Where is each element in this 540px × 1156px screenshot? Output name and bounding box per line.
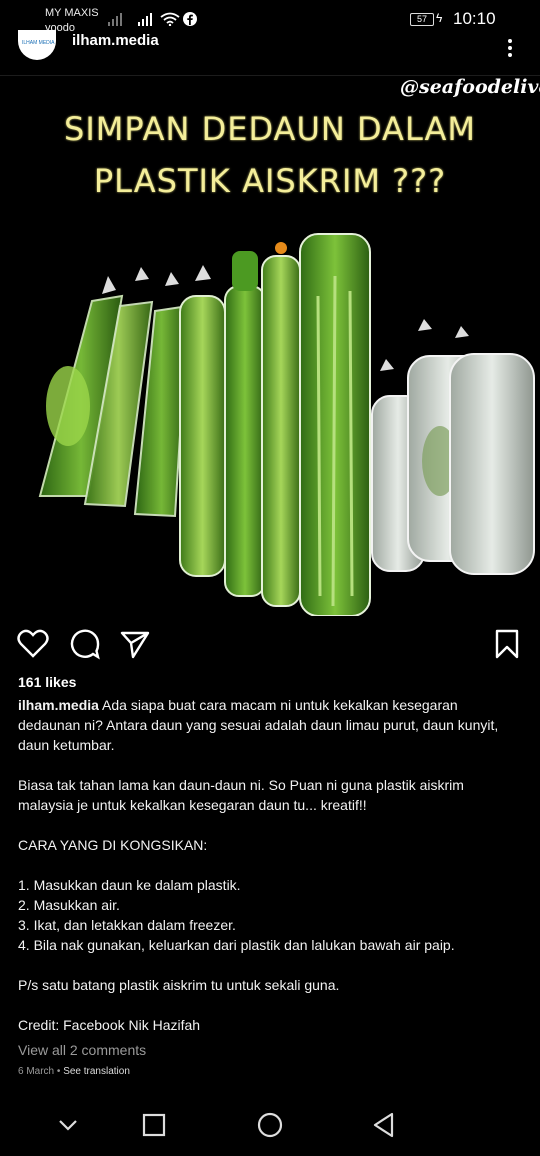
comment-icon[interactable] [69,628,101,660]
post-date: 6 March [18,1066,55,1077]
bookmark-icon[interactable] [491,628,523,660]
step-item: 2. Masukkan air. [18,897,120,913]
carrier-name: MY MAXIS [45,7,99,19]
post-caption: ilham.media Ada siapa buat cara macam ni… [18,695,523,1035]
wifi-icon [160,12,180,26]
system-nav-bar [0,1095,540,1156]
heart-icon[interactable] [17,628,49,660]
facebook-icon [183,12,197,26]
charging-icon: ϟ [436,11,443,25]
center-bag [179,265,226,577]
caption-username[interactable]: ilham.media [18,697,99,713]
step-item: 3. Ikat, dan letakkan dalam freezer. [18,917,236,933]
step-item: 1. Masukkan daun ke dalam plastik. [18,877,241,893]
post-header: ILHAM MEDIA ilham.media [0,30,540,74]
avatar[interactable]: ILHAM MEDIA [18,30,56,60]
post-username[interactable]: ilham.media [72,32,159,49]
caption-paragraph: Biasa tak tahan lama kan daun-daun ni. S… [18,777,464,813]
recents-nav-icon[interactable] [136,1107,172,1143]
likes-count[interactable]: 161 likes [18,674,76,690]
leaf-bags-illustration [38,233,535,616]
post-meta: 6 March • See translation [18,1066,130,1077]
signal-icon [108,13,122,26]
collapse-nav-icon[interactable] [50,1107,86,1143]
see-translation-link[interactable]: See translation [63,1066,130,1077]
caption-heading: CARA YANG DI KONGSIKAN: [18,837,208,853]
caption-credit: Credit: Facebook Nik Hazifah [18,1017,201,1033]
center-bag [224,251,266,597]
right-bag [449,326,535,575]
post-image[interactable]: @seafoodelivery SIMPAN DEDAUN DALAM PLAS… [0,76,540,616]
home-nav-icon[interactable] [252,1107,288,1143]
signal-icon [138,13,152,26]
back-nav-icon[interactable] [366,1107,402,1143]
post-actions [0,628,540,662]
center-bag [299,233,371,616]
battery-indicator: 57 [410,13,434,26]
share-icon[interactable] [119,628,151,660]
center-bag [261,242,301,607]
status-time: 10:10 [453,9,496,28]
step-item: 4. Bila nak gunakan, keluarkan dari plas… [18,937,455,953]
view-comments-link[interactable]: View all 2 comments [18,1042,146,1058]
caption-note: P/s satu batang plastik aiskrim tu untuk… [18,977,340,993]
more-icon[interactable] [500,38,520,58]
